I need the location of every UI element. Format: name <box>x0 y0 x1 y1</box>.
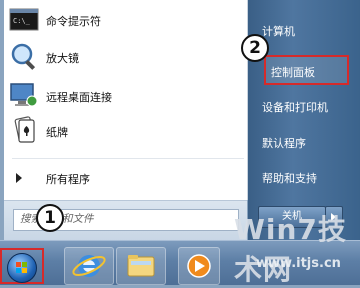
right-item-devices-printers[interactable]: 设备和打印机 <box>262 99 328 115</box>
start-menu-right-pane: 计算机 控制面板 设备和打印机 默认程序 帮助和支持 关机 <box>248 0 360 240</box>
file-explorer-icon <box>127 255 155 277</box>
watermark-logo: Win7技术网 <box>234 213 347 286</box>
start-orb[interactable] <box>7 253 37 283</box>
svg-text:C:\_: C:\_ <box>13 17 31 25</box>
pinned-item-label: 放大镜 <box>46 52 79 65</box>
pinned-item-solitaire[interactable]: 纸牌 <box>4 115 247 146</box>
right-item-default-programs[interactable]: 默认程序 <box>262 135 306 151</box>
remote-desktop-icon <box>10 83 38 107</box>
all-programs-label: 所有程序 <box>46 173 90 186</box>
media-player-icon <box>187 254 211 278</box>
command-prompt-icon: C:\_ <box>9 8 39 31</box>
pinned-item-label: 命令提示符 <box>46 15 101 28</box>
divider <box>12 158 244 159</box>
pinned-item-command-prompt[interactable]: C:\_ 命令提示符 <box>4 4 247 35</box>
all-programs-button[interactable]: 所有程序 <box>4 165 247 191</box>
taskbar-button-ie[interactable] <box>64 247 114 285</box>
watermark-url: www.itjs.cn <box>256 256 341 271</box>
right-item-computer[interactable]: 计算机 <box>262 23 295 39</box>
pinned-item-remote-desktop[interactable]: 远程桌面连接 <box>4 80 247 111</box>
start-button-highlight <box>0 248 44 284</box>
triangle-right-icon <box>16 173 22 183</box>
solitaire-icon <box>14 116 35 143</box>
windows-logo-icon <box>16 262 27 273</box>
internet-explorer-icon <box>72 255 106 277</box>
magnifier-icon <box>11 43 36 70</box>
step-badge-2: 2 <box>241 34 269 62</box>
watermark: Win7技术网 www.itjs.cn <box>234 206 360 286</box>
start-menu-left-pane: C:\_ 命令提示符 放大镜 远程桌面连接 纸牌 所有程序 <box>4 0 248 200</box>
pinned-item-label: 纸牌 <box>46 126 68 139</box>
taskbar-button-media-player[interactable] <box>178 247 220 285</box>
right-item-control-panel[interactable]: 控制面板 <box>271 64 315 80</box>
taskbar-button-explorer[interactable] <box>116 247 166 285</box>
step-badge-1: 1 <box>36 204 64 232</box>
right-item-help-support[interactable]: 帮助和支持 <box>262 170 317 186</box>
pinned-item-label: 远程桌面连接 <box>46 91 112 104</box>
pinned-item-magnifier[interactable]: 放大镜 <box>4 41 247 72</box>
